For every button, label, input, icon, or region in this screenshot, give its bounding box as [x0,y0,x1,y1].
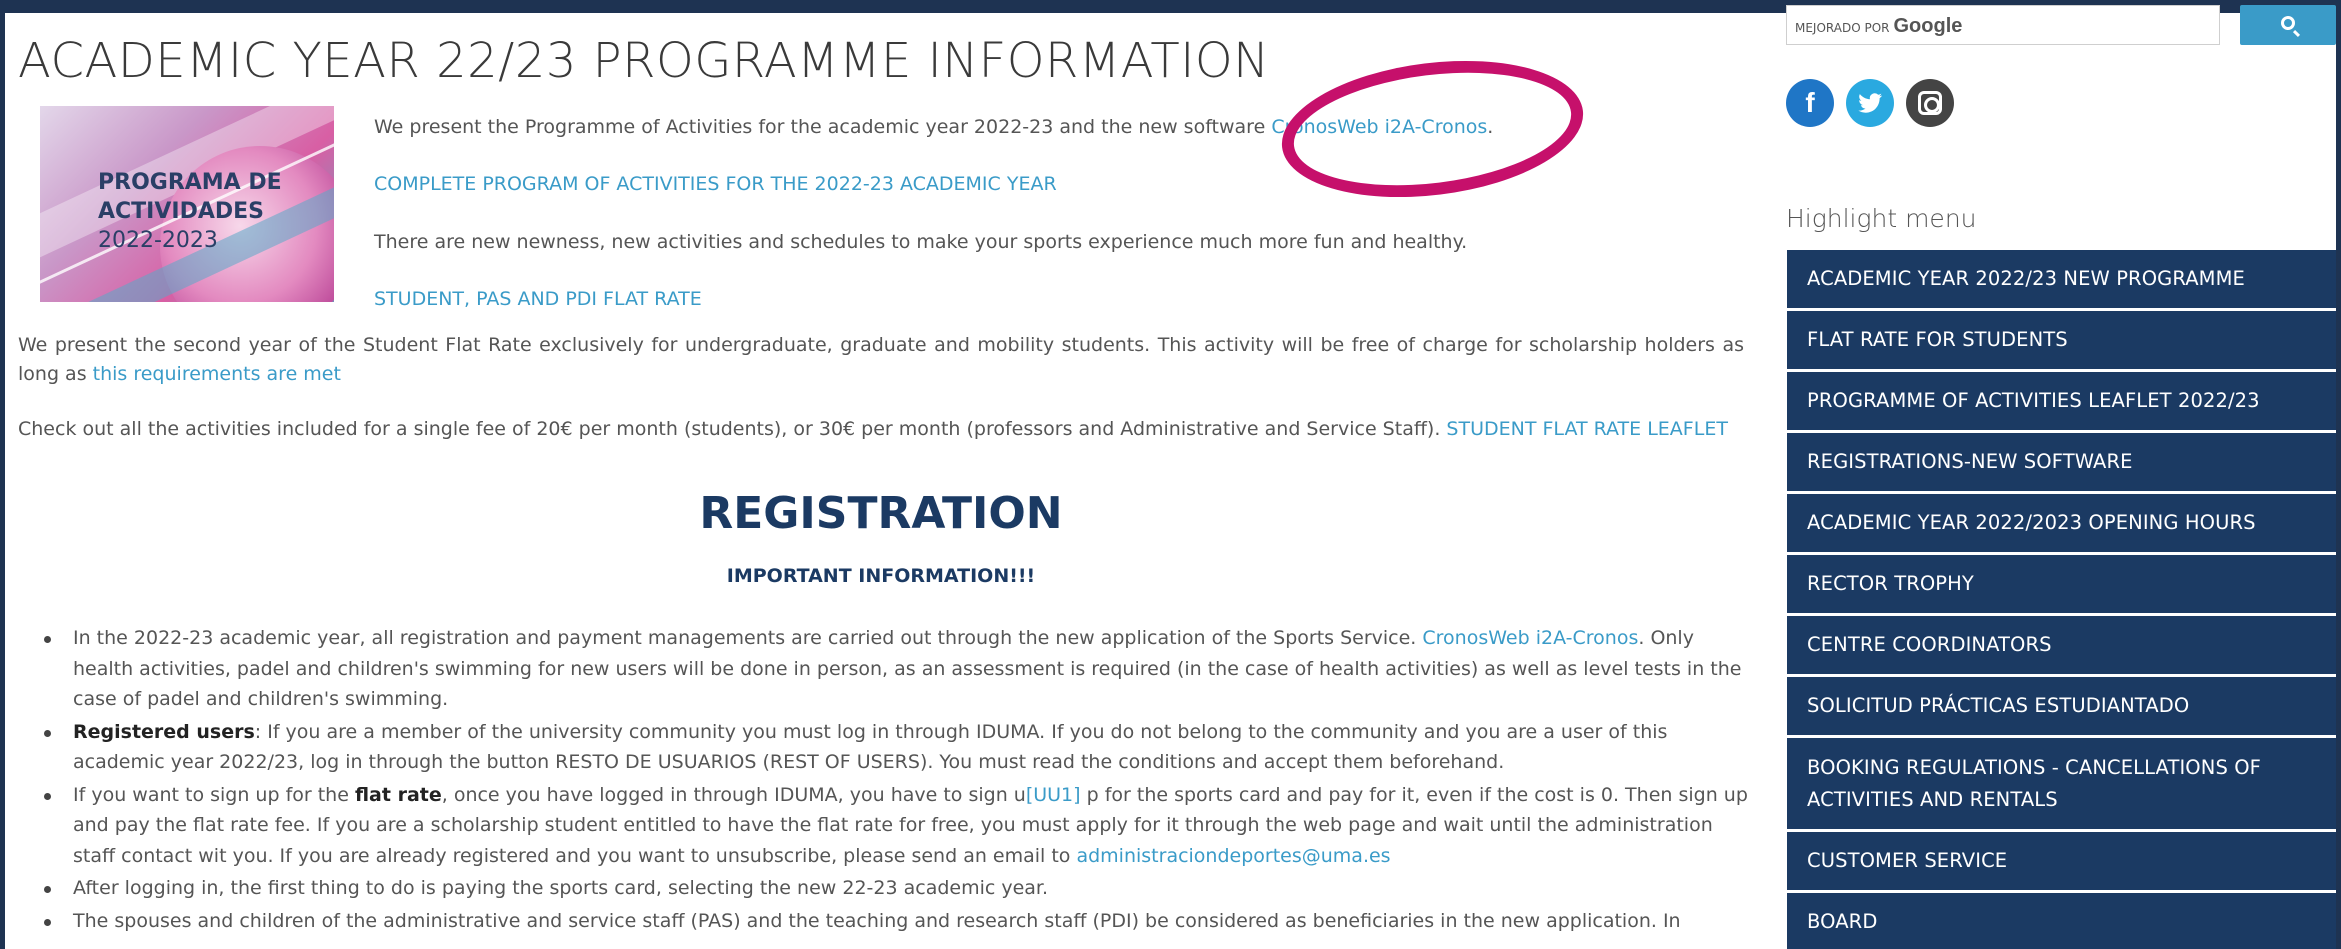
fee-paragraph: Check out all the activities included fo… [18,415,1744,444]
left-frame-bar [0,0,5,949]
important-information-heading: IMPORTANT INFORMATION!!! [726,565,1036,587]
menu-item-leaflet[interactable]: PROGRAMME OF ACTIVITIES LEAFLET 2022/23 [1787,372,2336,433]
requirements-link[interactable]: this requirements are met [93,363,341,385]
menu-item-practicas[interactable]: SOLICITUD PRÁCTICAS ESTUDIANTADO [1787,677,2336,738]
fee-paragraph-text: Check out all the activities included fo… [18,418,1447,440]
banner-line-3: 2022-2023 [98,228,218,253]
list-item: After logging in, the first thing to do … [36,873,1748,904]
registration-info-list: In the 2022-23 academic year, all regist… [36,623,1748,938]
search-input[interactable]: MEJORADO POR Google [1786,5,2220,45]
menu-item-customer-service[interactable]: CUSTOMER SERVICE [1787,832,2336,893]
bullet-dot [44,729,51,737]
right-frame-bar [2336,0,2341,949]
banner-text: PROGRAMA DE ACTIVIDADES 2022-2023 [98,168,282,255]
flat-rate-paragraph: We present the second year of the Studen… [18,331,1744,389]
main-content: ACADEMIC YEAR 22/23 PROGRAMME INFORMATIO… [18,13,1748,949]
instagram-camera-icon [1918,91,1942,115]
menu-item-opening-hours[interactable]: ACADEMIC YEAR 2022/2023 OPENING HOURS [1787,494,2336,555]
search-powered-by: MEJORADO POR Google [1795,15,1962,38]
comment-reference-link[interactable]: [UU1] [1026,784,1081,806]
programme-banner-image[interactable]: PROGRAMA DE ACTIVIDADES 2022-2023 [40,106,334,302]
sidebar: MEJORADO POR Google f Highlight menu ACAD… [1786,0,2336,949]
list-item-text: In the 2022-23 academic year, all regist… [73,627,1423,649]
newness-text: There are new newness, new activities an… [374,231,1468,253]
bullet-dot [44,886,51,893]
complete-program-line: COMPLETE PROGRAM OF ACTIVITIES FOR THE 2… [374,173,1057,195]
highlight-ellipse-annotation [1274,45,1591,213]
list-item-text: The spouses and children of the administ… [73,909,1681,932]
list-item: Registered users: If you are a member of… [36,717,1748,778]
flat-rate-link[interactable]: STUDENT, PAS AND PDI FLAT RATE [374,288,702,310]
highlight-menu-heading: Highlight menu [1786,204,1977,233]
list-item-text: : If you are a member of the university … [73,720,1668,774]
menu-item-booking-regulations[interactable]: BOOKING REGULATIONS - CANCELLATIONS OF A… [1787,738,2336,832]
menu-item-flat-rate[interactable]: FLAT RATE FOR STUDENTS [1787,311,2336,372]
complete-program-link[interactable]: COMPLETE PROGRAM OF ACTIVITIES FOR THE 2… [374,173,1057,195]
powered-by-label: MEJORADO POR [1795,21,1890,35]
flat-rate-line: STUDENT, PAS AND PDI FLAT RATE [374,288,702,310]
bullet-dot [44,918,51,926]
list-item-text: After logging in, the first thing to do … [73,877,1049,899]
menu-item-registrations[interactable]: REGISTRATIONS-NEW SOFTWARE [1787,433,2336,494]
menu-item-new-programme[interactable]: ACADEMIC YEAR 2022/23 NEW PROGRAMME [1787,250,2336,311]
list-item-bold: flat rate [354,783,442,806]
google-logo: Google [1893,15,1963,37]
menu-item-rector-trophy[interactable]: RECTOR TROPHY [1787,555,2336,616]
banner-line-1: PROGRAMA DE [98,170,282,195]
list-item: If you want to sign up for the flat rate… [36,780,1748,872]
list-item-text: , once you have logged in through IDUMA,… [441,783,1026,806]
cronosweb-inline-link[interactable]: CronosWeb i2A-Cronos [1422,627,1638,649]
highlight-menu: ACADEMIC YEAR 2022/23 NEW PROGRAMME FLAT… [1787,250,2336,949]
registration-heading: REGISTRATION [699,488,1063,539]
search-icon [2281,16,2295,30]
flat-rate-leaflet-link[interactable]: STUDENT FLAT RATE LEAFLET [1446,418,1728,440]
page-title: ACADEMIC YEAR 22/23 PROGRAMME INFORMATIO… [18,33,1270,89]
menu-item-centre-coordinators[interactable]: CENTRE COORDINATORS [1787,616,2336,677]
bullet-dot [44,636,51,643]
list-item-bold: Registered users [73,720,255,743]
twitter-bird-icon [1858,93,1882,113]
instagram-icon[interactable] [1906,79,1954,127]
facebook-icon[interactable]: f [1786,79,1834,127]
list-item-text: If you want to sign up for the [73,783,355,806]
search-button[interactable] [2240,5,2336,45]
bullet-dot [44,792,51,800]
facebook-glyph: f [1805,87,1815,118]
twitter-icon[interactable] [1846,79,1894,127]
email-link[interactable]: administraciondeportes@uma.es [1076,845,1390,867]
menu-item-board[interactable]: BOARD [1787,893,2336,949]
intro-present-text: We present the Programme of Activities f… [374,116,1272,138]
banner-line-2: ACTIVIDADES [98,199,264,224]
list-item: The spouses and children of the administ… [36,906,1748,937]
list-item: In the 2022-23 academic year, all regist… [36,623,1748,715]
